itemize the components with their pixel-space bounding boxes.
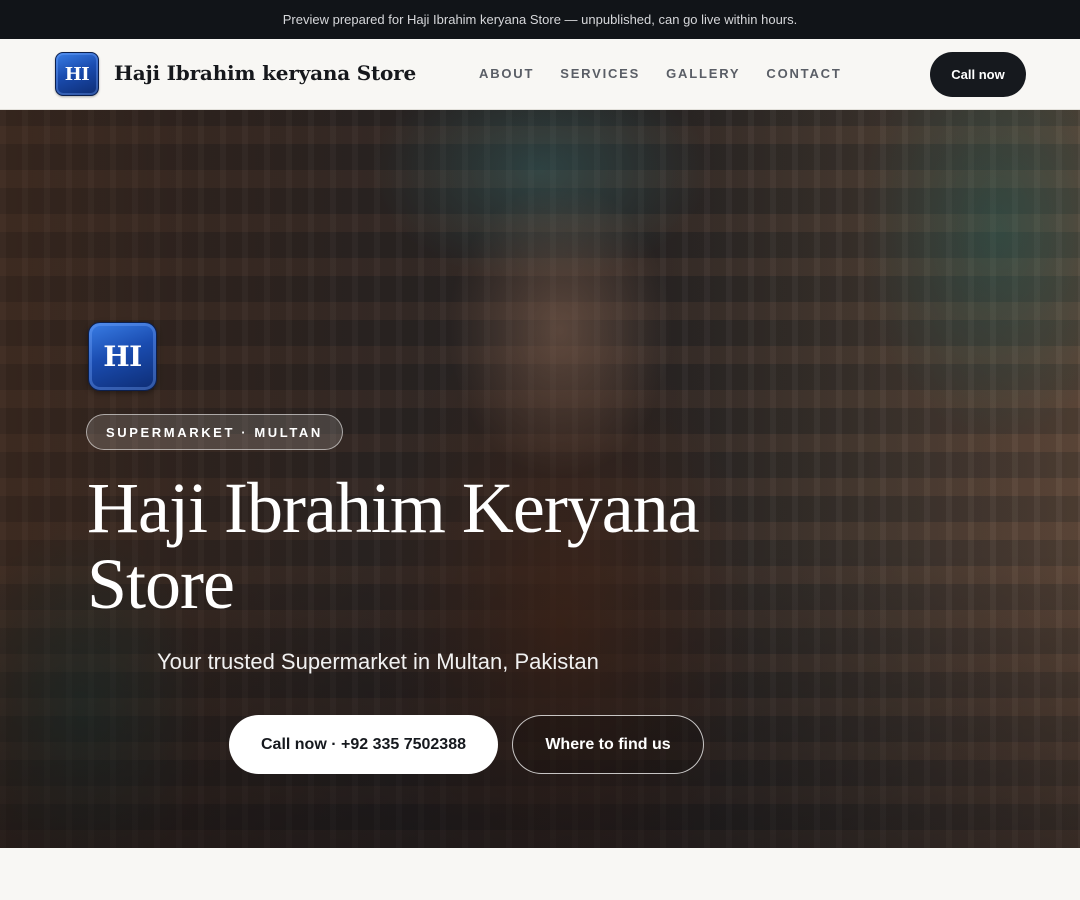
nav-link-services[interactable]: SERVICES [560, 66, 640, 81]
nav-link-about[interactable]: ABOUT [479, 66, 534, 81]
site-navbar: HI Haji Ibrahim keryana Store ABOUT SERV… [0, 39, 1080, 110]
hero-logo: HI [88, 322, 157, 391]
category-badge: SUPERMARKET · MULTAN [86, 414, 343, 450]
call-now-phone-button[interactable]: Call now · +92 335 7502388 [229, 715, 498, 774]
nav-link-gallery[interactable]: GALLERY [666, 66, 740, 81]
brand-logo-initials: HI [64, 63, 90, 85]
brand-name[interactable]: Haji Ibrahim keryana Store [114, 61, 416, 85]
nav-link-contact[interactable]: CONTACT [766, 66, 841, 81]
hero-title: Haji Ibrahim Keryana Store [87, 468, 700, 624]
hero-section: HI SUPERMARKET · MULTAN Haji Ibrahim Ker… [0, 110, 1080, 848]
brand-logo[interactable]: HI [55, 52, 99, 96]
announcement-text: Preview prepared for Haji Ibrahim keryan… [282, 12, 798, 27]
where-to-find-us-button[interactable]: Where to find us [512, 715, 704, 774]
main-nav: ABOUT SERVICES GALLERY CONTACT [479, 66, 842, 81]
hero-subtitle: Your trusted Supermarket in Multan, Paki… [157, 649, 599, 674]
announcement-bar: Preview prepared for Haji Ibrahim keryan… [0, 0, 1080, 39]
hero-logo-initials: HI [103, 340, 142, 373]
nav-call-now-button[interactable]: Call now [930, 52, 1026, 97]
